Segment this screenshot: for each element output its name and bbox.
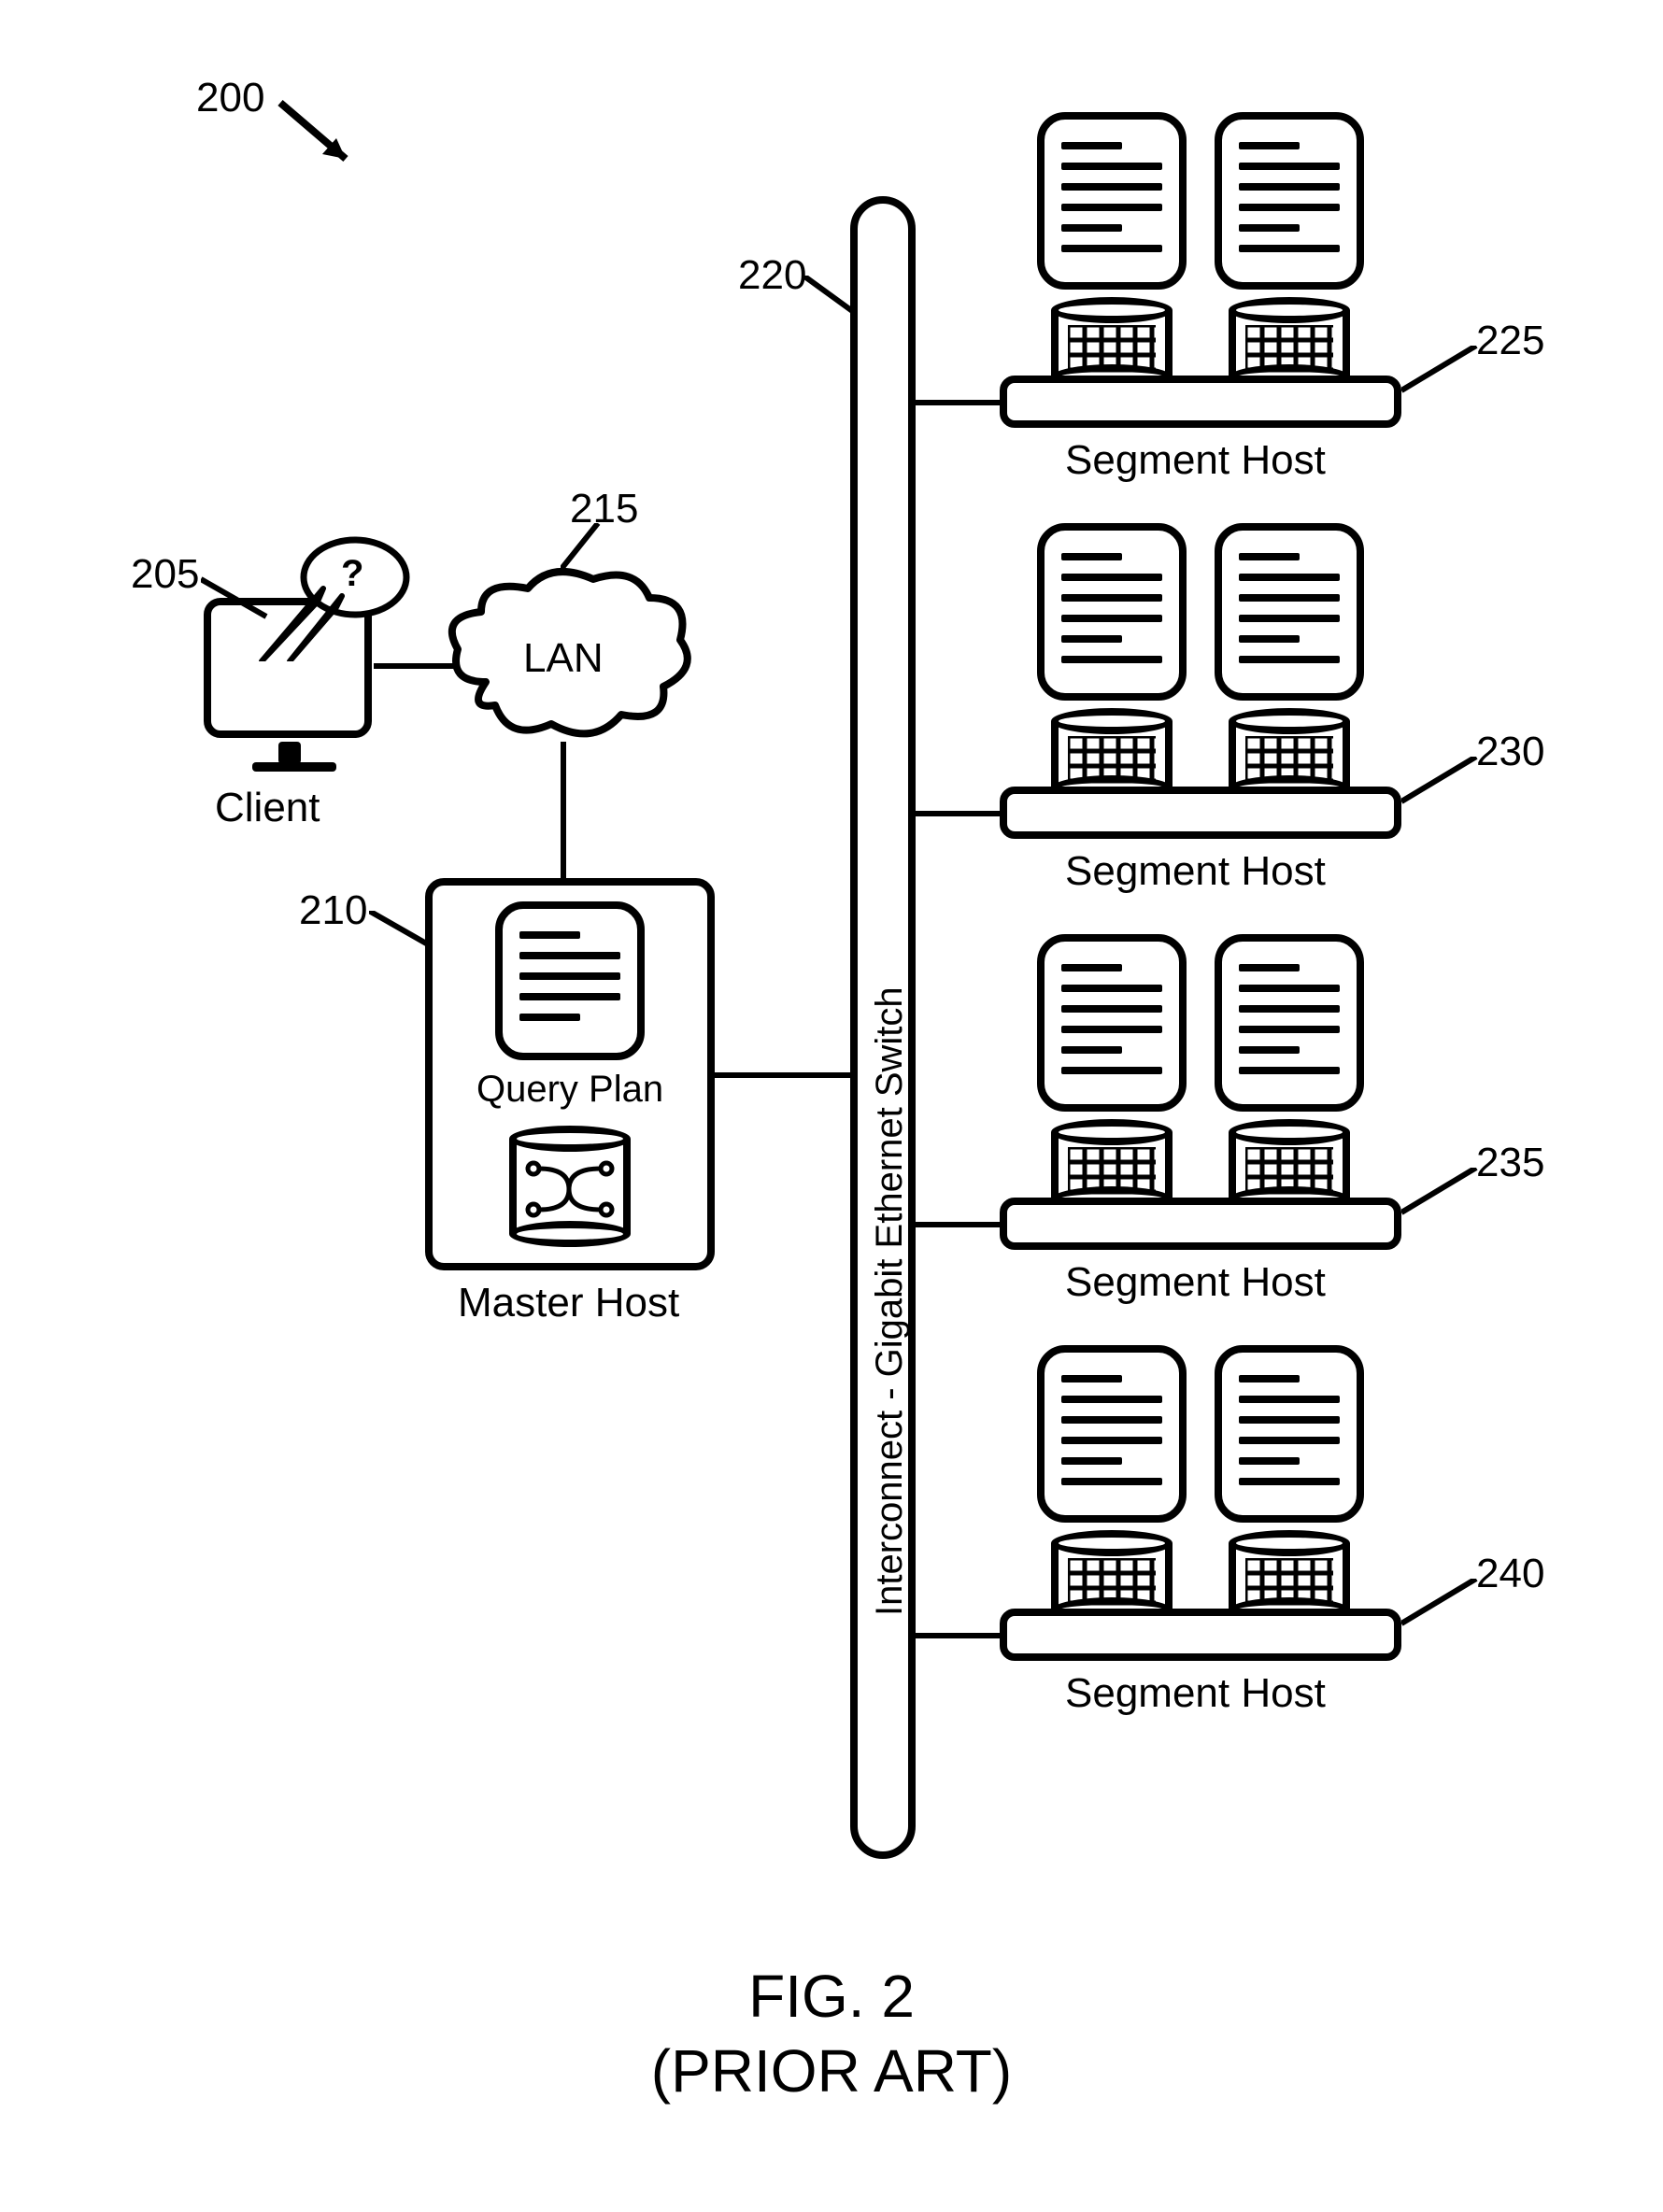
conn-seg2 [916,811,1000,816]
seg4-doc1-icon [1037,1345,1187,1523]
figure-caption-line1: FIG. 2 [37,1962,1626,2031]
conn-seg1 [916,400,1000,405]
client-stand-icon [278,742,301,764]
seg4-doc2-icon [1215,1345,1364,1523]
seg1-base [1000,376,1401,428]
figure-caption-line2: (PRIOR ART) [37,2036,1626,2106]
seg2-label: Segment Host [1065,848,1326,895]
ref-240: 240 [1476,1551,1544,1597]
seg1-label: Segment Host [1065,437,1326,484]
client-base-icon [252,762,336,772]
conn-seg4 [916,1633,1000,1638]
seg1-doc2-icon [1215,112,1364,290]
leader-240-icon [1401,1579,1485,1635]
ref-225: 225 [1476,318,1544,364]
seg3-label: Segment Host [1065,1259,1326,1306]
seg4-label: Segment Host [1065,1670,1326,1717]
seg2-base [1000,787,1401,839]
ref-235: 235 [1476,1140,1544,1186]
ref-220: 220 [738,252,806,299]
seg1-doc1-icon [1037,112,1187,290]
conn-master-switch [715,1072,850,1078]
seg2-doc2-icon [1215,523,1364,701]
ref-230: 230 [1476,729,1544,775]
arrow-200-icon [271,93,383,187]
lan-label: LAN [523,635,604,682]
leader-230-icon [1401,757,1485,813]
ref-205: 205 [131,551,199,598]
seg3-base [1000,1198,1401,1250]
leader-220-icon [803,276,869,322]
master-host-label: Master Host [458,1280,679,1326]
conn-lan-master [561,742,566,882]
master-db-icon [509,1126,631,1247]
query-plan-label: Query Plan [476,1069,663,1111]
master-doc-icon [495,901,645,1060]
client-label: Client [215,785,320,831]
question-mark: ? [341,553,363,595]
conn-seg3 [916,1222,1000,1227]
seg3-doc1-icon [1037,934,1187,1112]
leader-235-icon [1401,1168,1485,1224]
seg4-base [1000,1609,1401,1661]
diagram-container: 200 205 ? Client 215 LAN 210 Query [37,37,1626,2175]
seg3-doc2-icon [1215,934,1364,1112]
ref-200: 200 [196,75,264,121]
speech-bubble-icon [252,531,420,661]
leader-225-icon [1401,346,1485,402]
ref-210: 210 [299,887,367,934]
seg2-doc1-icon [1037,523,1187,701]
switch-label: Interconnect - Gigabit Ethernet Switch [869,986,911,1616]
